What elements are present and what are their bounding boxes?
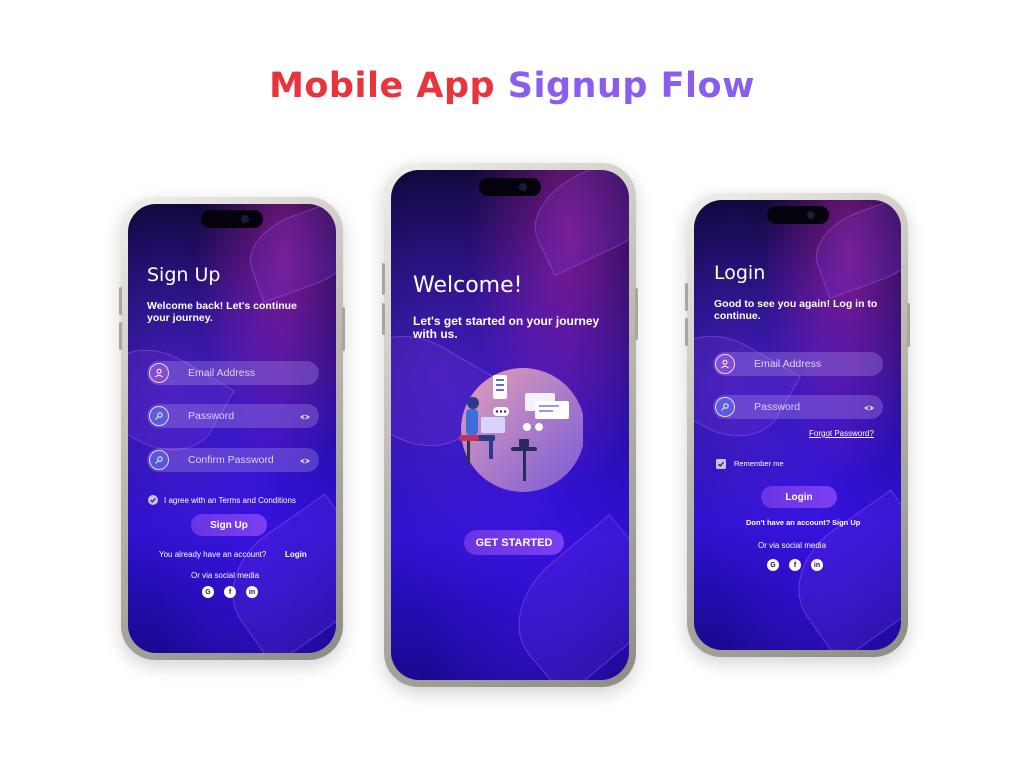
social-icons: G f in [202,586,258,598]
camera-notch [201,210,263,228]
password-input[interactable] [186,409,290,423]
linkedin-icon[interactable]: in [246,586,258,598]
key-icon [149,450,169,470]
welcome-illustration [459,368,583,492]
password-input[interactable] [752,400,856,414]
login-title: Login [714,262,766,284]
email-input[interactable] [752,357,856,371]
key-icon [149,406,169,426]
user-icon [715,354,735,374]
terms-text[interactable]: I agree with an Terms and Conditions [164,496,296,505]
login-subtitle: Good to see you again! Log in to continu… [714,298,878,322]
password-field[interactable] [147,404,319,428]
facebook-icon[interactable]: f [224,586,236,598]
remember-label: Remember me [734,459,784,468]
login-link[interactable]: Login [285,550,307,559]
terms-checkbox[interactable] [148,495,158,505]
eye-icon[interactable] [863,401,875,413]
page-title: Mobile App Signup Flow [0,66,1024,106]
linkedin-icon[interactable]: in [811,559,823,571]
eye-icon[interactable] [299,454,311,466]
confirm-password-field[interactable] [147,448,319,472]
signup-screen: Sign Up Welcome back! Let's continue you… [128,204,336,653]
welcome-title: Welcome! [413,273,523,298]
camera-notch [479,178,541,196]
welcome-screen: Welcome! Let's get started on your journ… [391,170,629,680]
page-title-part2: Signup Flow [507,66,755,106]
google-icon[interactable]: G [202,586,214,598]
social-text: Or via social media [191,571,260,580]
signup-title: Sign Up [147,264,221,286]
camera-notch [766,206,829,224]
forgot-password-link[interactable]: Forgot Password? [809,429,874,438]
user-icon [149,363,169,383]
signup-link[interactable]: Sign Up [832,518,860,527]
signup-button[interactable]: Sign Up [191,514,267,536]
page-title-part1: Mobile App [269,66,496,106]
key-icon [715,397,735,417]
eye-icon[interactable] [299,410,311,422]
social-icons: G f in [767,559,823,571]
signup-phone: Sign Up Welcome back! Let's continue you… [119,197,345,660]
welcome-subtitle: Let's get started on your journey with u… [413,314,600,341]
google-icon[interactable]: G [767,559,779,571]
remember-checkbox[interactable] [716,459,726,469]
no-account-text: Don't have an account? [746,518,831,527]
social-text: Or via social media [758,541,827,550]
login-screen: Login Good to see you again! Log in to c… [694,200,901,650]
email-input[interactable] [186,366,290,380]
email-field[interactable] [147,361,319,385]
have-account-text: You already have an account? [159,550,267,559]
welcome-phone: Welcome! Let's get started on your journ… [382,163,638,687]
login-phone: Login Good to see you again! Log in to c… [685,193,910,657]
signup-subtitle: Welcome back! Let's continue your journe… [147,300,297,324]
facebook-icon[interactable]: f [789,559,801,571]
get-started-button[interactable]: GET STARTED [464,530,564,555]
confirm-password-input[interactable] [186,453,290,467]
password-field[interactable] [713,395,883,419]
email-field[interactable] [713,352,883,376]
login-button[interactable]: Login [761,486,837,508]
